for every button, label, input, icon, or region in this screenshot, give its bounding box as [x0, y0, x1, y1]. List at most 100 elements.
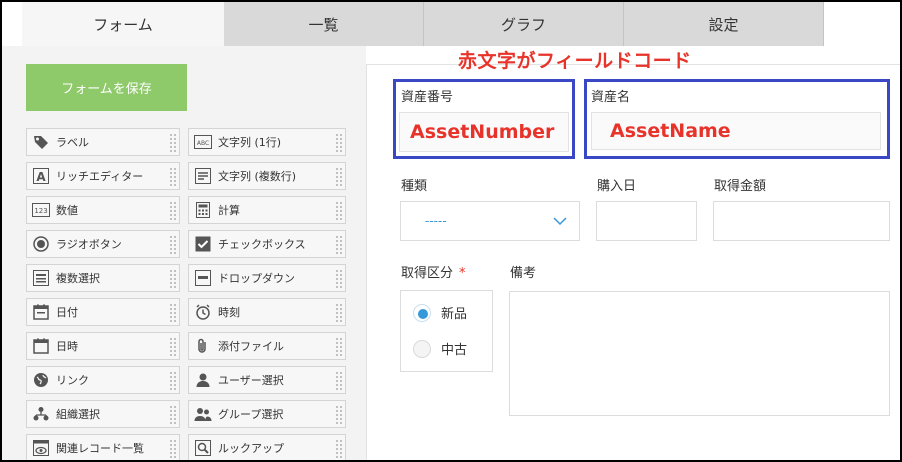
drag-handle[interactable] [335, 371, 343, 391]
acquisition-cost-input[interactable] [713, 201, 890, 241]
radio-unselected-icon [413, 339, 431, 358]
radio-option-used[interactable]: 中古 [413, 339, 467, 358]
dropdown-icon [194, 269, 212, 287]
palette-item-radio-button[interactable]: ラジオボタン [26, 230, 180, 258]
drag-handle[interactable] [169, 371, 177, 391]
palette-item-label-text: ユーザー選択 [218, 374, 284, 387]
palette-item-datetime[interactable]: 日時 [26, 332, 180, 360]
field-palette: フォームを保存 ラベル ABC 文字列 (1行) A リッチエディター 文字列 … [2, 46, 366, 462]
remarks-textarea[interactable] [509, 291, 890, 416]
drag-handle[interactable] [169, 439, 177, 459]
drag-handle[interactable] [335, 337, 343, 357]
abc-icon: ABC [194, 133, 212, 151]
palette-item-label-text: 日付 [56, 306, 78, 319]
palette-item-date[interactable]: 日付 [26, 298, 180, 326]
remarks-label: 備考 [510, 266, 537, 281]
drag-handle[interactable] [169, 133, 177, 153]
tab-list[interactable]: 一覧 [224, 2, 424, 46]
palette-item-label-text: ラジオボタン [56, 238, 122, 251]
drag-handle[interactable] [169, 405, 177, 425]
palette-item-multi-line-text[interactable]: 文字列 (複数行) [188, 162, 346, 190]
palette-item-label-text: 文字列 (1行) [218, 136, 282, 149]
multiline-text-icon [194, 167, 212, 185]
palette-item-label-text: リンク [56, 374, 89, 387]
palette-item-attachment[interactable]: 添付ファイル [188, 332, 346, 360]
palette-item-label-text: リッチエディター [56, 170, 144, 183]
acquisition-cost-label: 取得金額 [714, 179, 767, 194]
palette-item-group-select[interactable]: グループ選択 [188, 400, 346, 428]
paperclip-icon [194, 337, 212, 355]
palette-item-rich-editor[interactable]: A リッチエディター [26, 162, 180, 190]
drag-handle[interactable] [335, 303, 343, 323]
palette-item-checkbox[interactable]: チェックボックス [188, 230, 346, 258]
palette-item-user-select[interactable]: ユーザー選択 [188, 366, 346, 394]
palette-item-label-text: 文字列 (複数行) [218, 170, 297, 183]
drag-handle[interactable] [335, 269, 343, 289]
palette-item-label-text: 複数選択 [56, 272, 100, 285]
palette-item-label-text: ラベル [56, 136, 89, 149]
palette-item-dropdown[interactable]: ドロップダウン [188, 264, 346, 292]
palette-item-multi-select[interactable]: 複数選択 [26, 264, 180, 292]
tab-settings[interactable]: 設定 [624, 2, 824, 46]
tab-form[interactable]: フォーム [22, 2, 224, 46]
multi-select-icon [32, 269, 50, 287]
drag-handle[interactable] [169, 337, 177, 357]
acquisition-type-label: 取得区分 * [401, 262, 466, 281]
asset-number-label: 資産番号 [401, 90, 454, 105]
drag-handle[interactable] [169, 235, 177, 255]
drag-handle[interactable] [169, 269, 177, 289]
palette-item-lookup[interactable]: ルックアップ [188, 434, 346, 462]
drag-handle[interactable] [169, 167, 177, 187]
asset-name-label: 資産名 [591, 90, 631, 105]
asset-number-code-input[interactable]: AssetNumber [399, 112, 569, 152]
kind-select[interactable]: ----- [400, 201, 580, 241]
org-icon [32, 405, 50, 423]
globe-icon [32, 371, 50, 389]
palette-item-label-text: 数値 [56, 204, 78, 217]
palette-item-label-text: 日時 [56, 340, 78, 353]
radio-icon [32, 235, 50, 253]
required-mark: * [459, 266, 466, 281]
drag-handle[interactable] [169, 303, 177, 323]
drag-handle[interactable] [335, 133, 343, 153]
tab-form-label: フォーム [93, 15, 153, 34]
palette-item-label-text: 組織選択 [56, 408, 100, 421]
related-records-icon [32, 439, 50, 457]
calendar-date-icon [32, 303, 50, 321]
purchase-date-input[interactable] [596, 201, 697, 241]
drag-handle[interactable] [335, 235, 343, 255]
annotation-text: 赤文字がフィールドコード [458, 50, 692, 72]
drag-handle[interactable] [335, 167, 343, 187]
drag-handle[interactable] [335, 201, 343, 221]
tab-graph-label: グラフ [500, 15, 546, 34]
palette-item-label-text: 計算 [218, 204, 240, 217]
palette-item-link[interactable]: リンク [26, 366, 180, 394]
palette-item-calculation[interactable]: 計算 [188, 196, 346, 224]
palette-item-single-line-text[interactable]: ABC 文字列 (1行) [188, 128, 346, 156]
palette-item-label-text: 関連レコード一覧 [56, 442, 144, 455]
tab-graph[interactable]: グラフ [424, 2, 624, 46]
drag-handle[interactable] [335, 439, 343, 459]
save-form-button[interactable]: フォームを保存 [26, 64, 187, 111]
palette-item-label-text: チェックボックス [218, 238, 306, 251]
palette-item-number[interactable]: 123 数値 [26, 196, 180, 224]
drag-handle[interactable] [169, 201, 177, 221]
radio-option-label: 新品 [441, 307, 468, 322]
purchase-date-label: 購入日 [597, 179, 637, 194]
palette-item-label[interactable]: ラベル [26, 128, 180, 156]
calculator-icon [194, 201, 212, 219]
asset-name-code-input[interactable]: AssetName [591, 112, 881, 150]
user-icon [194, 371, 212, 389]
radio-option-new[interactable]: 新品 [413, 303, 467, 322]
palette-item-time[interactable]: 時刻 [188, 298, 346, 326]
drag-handle[interactable] [335, 405, 343, 425]
palette-item-org-select[interactable]: 組織選択 [26, 400, 180, 428]
acquisition-type-label-text: 取得区分 [401, 266, 454, 281]
palette-item-related-records[interactable]: 関連レコード一覧 [26, 434, 180, 462]
radio-selected-icon [413, 303, 431, 322]
radio-option-label: 中古 [441, 343, 468, 358]
palette-item-label-text: グループ選択 [218, 408, 284, 421]
acquisition-type-radio-group: 新品 中古 [400, 290, 493, 372]
tab-list-label: 一覧 [308, 15, 339, 34]
tab-settings-label: 設定 [708, 15, 739, 34]
